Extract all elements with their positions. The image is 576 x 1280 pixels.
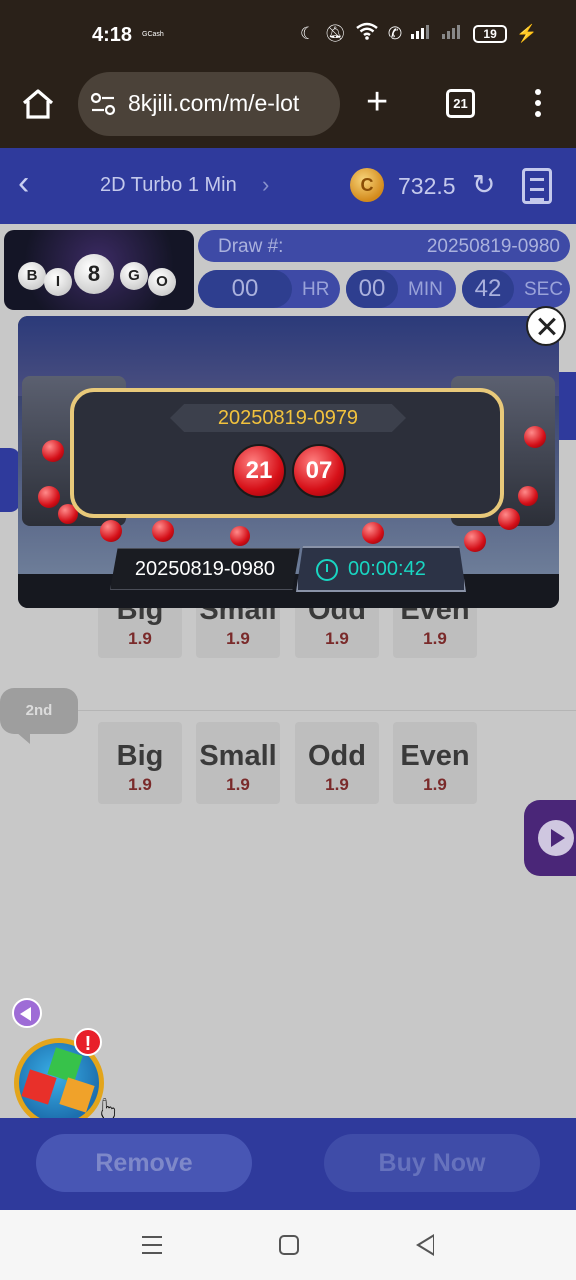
timer-value: 42 — [462, 270, 514, 308]
wifi-icon — [355, 22, 379, 45]
wifi-calling-icon: ✆ — [387, 23, 403, 43]
tune-icon[interactable] — [90, 92, 116, 116]
signal-2-icon — [442, 23, 464, 44]
mute-icon: 🔕︎ — [324, 23, 346, 43]
home-button[interactable] — [20, 86, 56, 122]
current-draw-countdown: 00:00:42 — [296, 546, 466, 592]
browser-toolbar: 8kjili.com/m/e-lot + 21 — [0, 66, 576, 148]
bet-option-name: Even — [400, 740, 470, 772]
refresh-icon[interactable]: ↻ — [472, 170, 495, 200]
status-app-label: GCash — [142, 31, 164, 38]
bet-option[interactable]: Big 1.9 — [98, 722, 182, 804]
bet-option-name: Odd — [308, 740, 366, 772]
bet-option[interactable]: Odd 1.9 — [295, 722, 379, 804]
moon-icon: ☾ — [300, 23, 316, 43]
back-nav-icon[interactable] — [416, 1234, 434, 1256]
last-result-panel: 20250819-0979 21 07 — [70, 388, 504, 518]
timer-unit: HR — [302, 279, 330, 300]
play-video-button[interactable] — [524, 800, 576, 876]
current-draw-number: 20250819-0980 — [110, 548, 300, 590]
result-ball: 21 — [232, 444, 286, 498]
logo-ball: B — [18, 262, 46, 290]
clipboard-icon[interactable] — [522, 168, 552, 204]
notification-badge: ! — [74, 1028, 102, 1056]
bet-option-odds: 1.9 — [128, 629, 152, 648]
bet-option-odds: 1.9 — [325, 775, 349, 794]
result-ball: 07 — [292, 444, 346, 498]
address-bar[interactable]: 8kjili.com/m/e-lot — [78, 72, 340, 136]
row-divider — [0, 710, 576, 711]
buy-now-button[interactable]: Buy Now — [324, 1134, 540, 1192]
close-icon[interactable] — [526, 306, 566, 346]
home-icon — [22, 89, 54, 119]
bet-option-odds: 1.9 — [226, 775, 250, 794]
bet-option[interactable]: Small 1.9 — [196, 722, 280, 804]
status-icons: ☾ 🔕︎ ✆ 19 ⚡ — [300, 22, 537, 45]
android-nav-bar — [0, 1210, 576, 1280]
draw-number: 20250819-0980 — [426, 236, 560, 257]
timer-hours: 00 HR — [198, 270, 340, 308]
bet-option-name: Big — [116, 740, 164, 772]
timer-unit: MIN — [408, 279, 443, 300]
tabs-button[interactable]: 21 — [446, 89, 475, 118]
logo-ball: G — [120, 262, 148, 290]
chevron-right-icon[interactable]: › — [262, 172, 269, 198]
status-time: 4:18 — [92, 24, 133, 46]
plus-icon: + — [366, 81, 389, 123]
url-text[interactable]: 8kjili.com/m/e-lot — [128, 90, 333, 117]
bet-option-odds: 1.9 — [325, 629, 349, 648]
logo-ball: O — [148, 268, 176, 296]
game-title[interactable]: 2D Turbo 1 Min — [100, 174, 237, 197]
bingo-logo: B I 8 G O — [4, 230, 194, 310]
game-header: ‹ 2D Turbo 1 Min › C 732.5 ↻ — [0, 148, 576, 224]
last-draw-number: 20250819-0979 — [170, 404, 406, 432]
signal-icon — [411, 23, 433, 44]
bet-option-name: Small — [199, 740, 277, 772]
balance-value: 732.5 — [398, 173, 456, 199]
alarm-clock-icon — [316, 559, 338, 581]
row-label-2nd: 2nd — [0, 688, 78, 734]
bet-option-odds: 1.9 — [226, 629, 250, 648]
bet-option-odds: 1.9 — [423, 629, 447, 648]
battery-icon: 19 — [473, 24, 508, 43]
timer-seconds: 42 SEC — [462, 270, 570, 308]
bet-option-odds: 1.9 — [423, 775, 447, 794]
home-nav-icon[interactable] — [279, 1235, 299, 1255]
logo-ball: I — [44, 268, 72, 296]
bet-option-odds: 1.9 — [128, 775, 152, 794]
timer-value: 00 — [198, 270, 292, 308]
back-chevron-icon[interactable]: ‹ — [18, 166, 29, 200]
remove-button[interactable]: Remove — [36, 1134, 252, 1192]
charging-icon: ⚡ — [516, 23, 538, 43]
draw-label: Draw #: — [218, 236, 284, 257]
cube-icon — [59, 1077, 95, 1113]
chevron-left-icon — [20, 1007, 31, 1021]
timer-unit: SEC — [524, 279, 564, 300]
status-bar: 4:18 GCash ☾ 🔕︎ ✆ 19 ⚡ — [0, 0, 576, 66]
coin-icon: C — [350, 168, 384, 202]
timer-value: 00 — [346, 270, 398, 308]
more-vert-icon[interactable] — [528, 86, 548, 122]
recents-icon[interactable] — [142, 1236, 162, 1260]
collapse-arrow-button[interactable] — [12, 998, 42, 1028]
new-tab-button[interactable]: + — [366, 81, 389, 123]
bubble-tail — [16, 732, 30, 744]
timer-minutes: 00 MIN — [346, 270, 456, 308]
bet-option[interactable]: Even 1.9 — [393, 722, 477, 804]
logo-ball: 8 — [74, 254, 114, 294]
countdown-text: 00:00:42 — [348, 558, 426, 580]
buy-bar: Remove Buy Now — [0, 1118, 576, 1210]
draw-number-box: Draw #: 20250819-0980 — [198, 230, 570, 262]
side-tab[interactable] — [0, 448, 20, 512]
